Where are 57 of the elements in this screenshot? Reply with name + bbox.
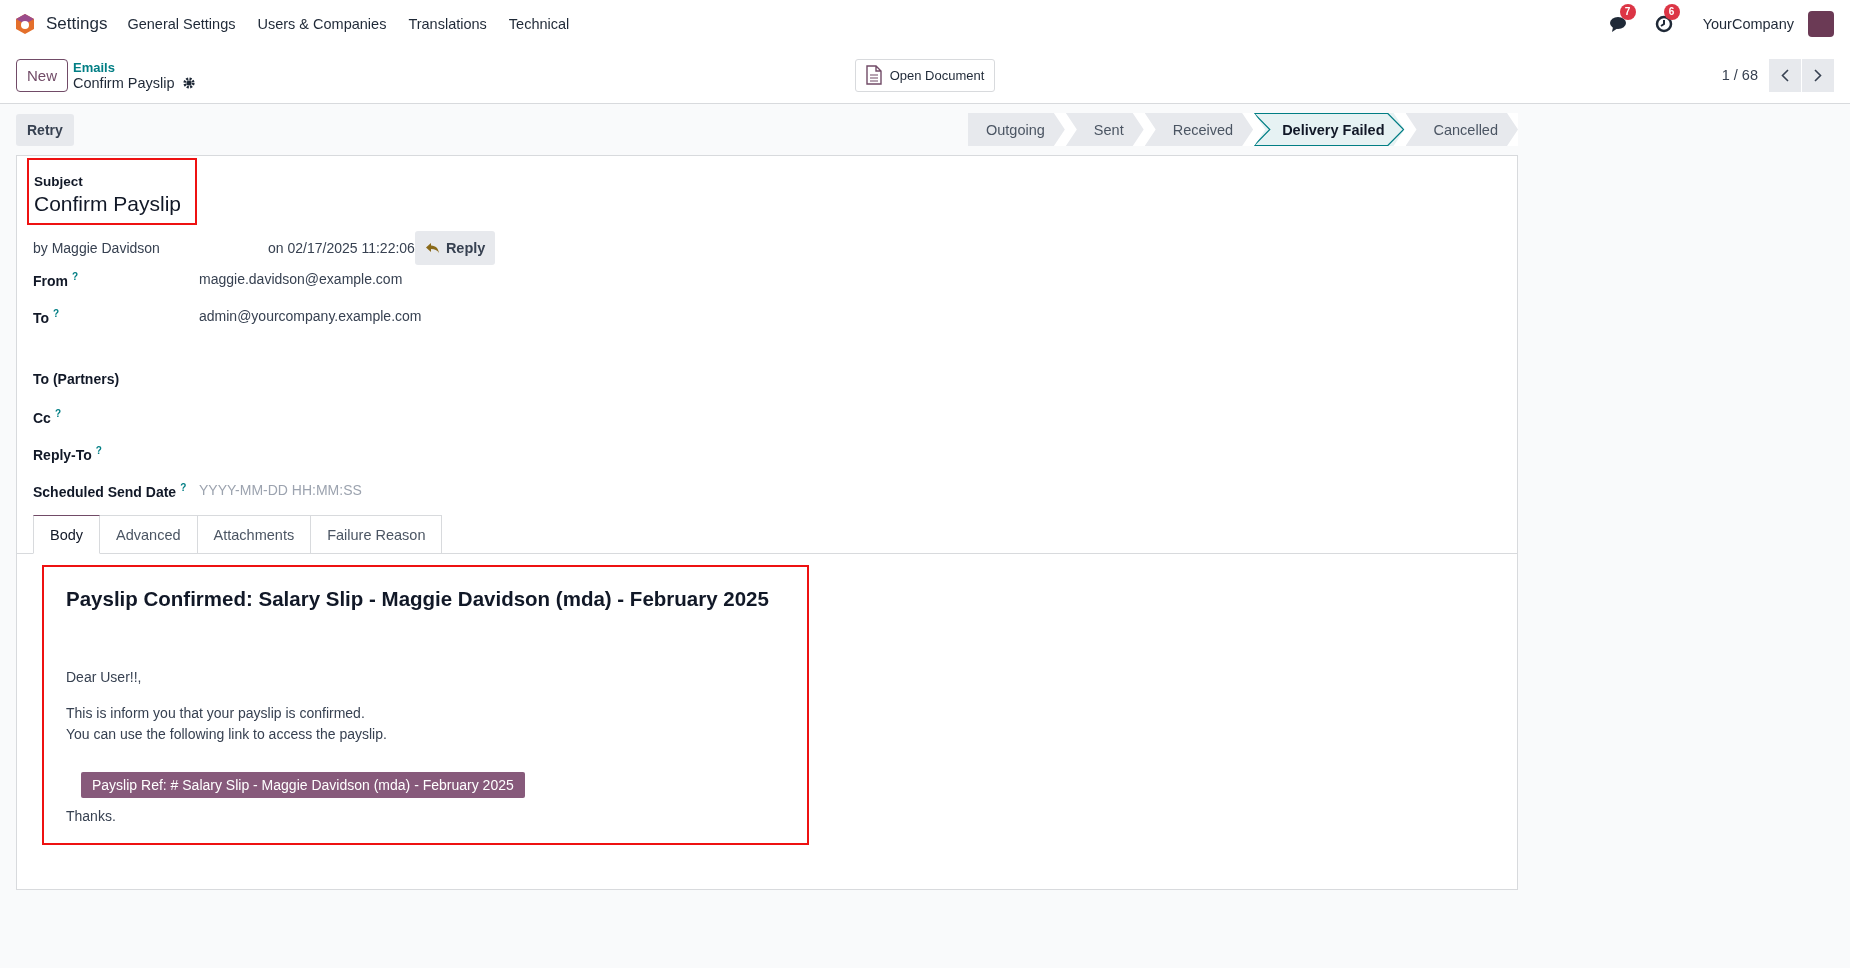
settings-icon[interactable] (182, 76, 195, 89)
payslip-link-button[interactable]: Payslip Ref: # Salary Slip - Maggie Davidson (mda) - February 2025 (81, 772, 525, 798)
notebook-tab[interactable]: Body (33, 515, 101, 554)
field-label: Scheduled Send Date $^{?}$ (33, 482, 188, 500)
app-name[interactable]: Settings (46, 13, 108, 34)
reply-button[interactable]: Reply (414, 231, 496, 265)
company-name[interactable]: YourCompany (1702, 15, 1794, 32)
subject-label: Subject (34, 174, 84, 189)
field-label: To $^{?}$ (33, 308, 61, 326)
clock-icon[interactable] (1654, 14, 1673, 33)
retry-button[interactable]: Retry (16, 113, 74, 146)
status-stage[interactable]: Received (1144, 113, 1254, 146)
body-text-line: This is inform you that your payslip is confirmed. (66, 704, 366, 723)
status-stage[interactable]: Outgoing (968, 113, 1065, 146)
menu-item[interactable]: Translations (408, 15, 487, 32)
activity-count-badge: 6 (1663, 3, 1680, 20)
status-stage[interactable]: Sent (1065, 113, 1144, 146)
document-icon (865, 65, 882, 85)
open-document-button[interactable]: Open Document (854, 58, 996, 92)
greeting-text: Dear User!!, (66, 668, 143, 687)
help-tooltip-mark[interactable]: ? (95, 445, 102, 456)
date-text: on 02/17/2025 11:22:06 (268, 240, 415, 256)
status-stage[interactable]: Cancelled (1405, 113, 1518, 146)
menu-item[interactable]: General Settings (127, 15, 236, 32)
user-avatar[interactable] (1808, 10, 1834, 37)
email-heading: Payslip Confirmed: Salary Slip - Maggie Davidson (mda) - February 2025 (66, 587, 770, 611)
notebook-tab[interactable]: Failure Reason (311, 515, 443, 554)
new-button[interactable]: New (16, 58, 68, 92)
field-label: From $^{?}$ (33, 271, 80, 289)
subject-value: Confirm Payslip (34, 191, 182, 217)
chevron-left-icon (1781, 68, 1789, 82)
message-count-badge: 7 (1619, 3, 1636, 20)
pager-counter[interactable]: 1 / 68 (1721, 67, 1758, 83)
previous-button[interactable] (1769, 58, 1801, 92)
chevron-right-icon (1814, 68, 1822, 82)
help-tooltip-mark[interactable]: ? (54, 408, 61, 419)
field-label: Cc $^{?}$ (33, 408, 62, 426)
notebook-tab[interactable]: Advanced (100, 515, 198, 554)
status-stage[interactable]: Delivery Failed (1254, 113, 1405, 146)
closing-text: Thanks. (66, 807, 117, 826)
author-text: by Maggie Davidson (33, 240, 161, 256)
record-title: Confirm Payslip (73, 74, 175, 91)
menu-item[interactable]: Technical (508, 15, 570, 32)
field-label: Reply-To $^{?}$ (33, 445, 103, 463)
help-tooltip-mark[interactable]: ? (53, 308, 60, 319)
field-value: admin@yourcompany.example.com (199, 308, 422, 324)
help-tooltip-mark[interactable]: ? (180, 482, 187, 493)
reply-arrow-icon (424, 242, 440, 254)
body-text-line: You can use the following link to access the payslip. (66, 725, 388, 744)
next-button[interactable] (1802, 58, 1834, 92)
notebook-tab[interactable]: Attachments (197, 515, 312, 554)
breadcrumb-link[interactable]: Emails (73, 59, 195, 75)
logo-icon[interactable] (14, 12, 36, 35)
menu-item[interactable]: Users & Companies (257, 15, 387, 32)
help-tooltip-mark[interactable]: ? (72, 271, 79, 282)
field-value: maggie.davidson@example.com (199, 271, 403, 287)
field-label: To (Partners) (33, 371, 121, 387)
